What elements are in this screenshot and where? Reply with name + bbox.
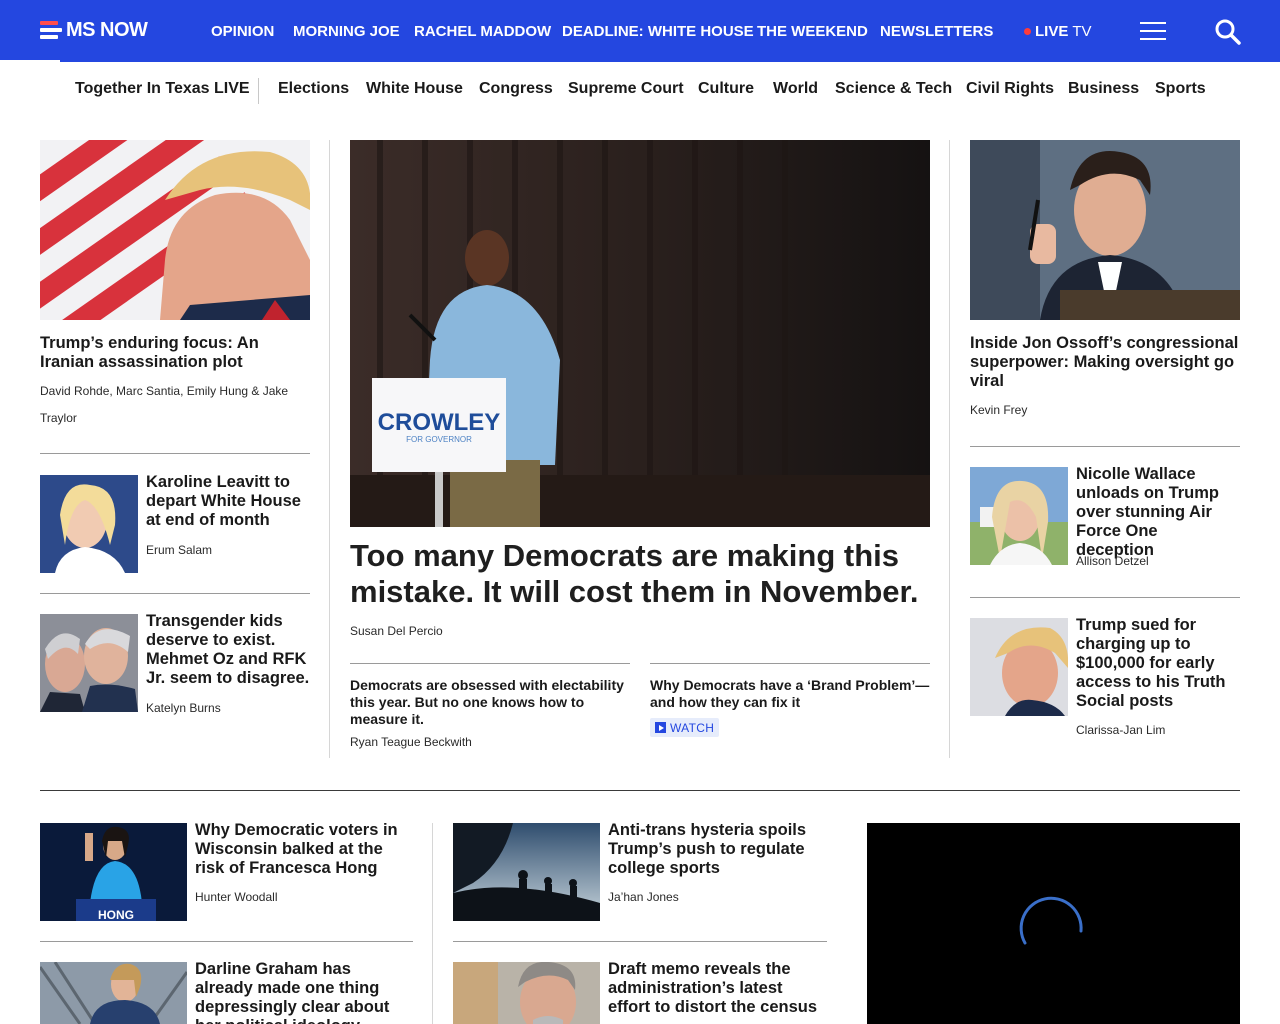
nav-the-weekend[interactable]: THE WEEKEND bbox=[757, 23, 868, 40]
subnav-culture[interactable]: Culture bbox=[698, 80, 754, 98]
subnav-congress[interactable]: Congress bbox=[479, 80, 553, 98]
divider bbox=[970, 597, 1240, 598]
nav-rachel-maddow[interactable]: RACHEL MADDOW bbox=[414, 23, 551, 40]
divider bbox=[453, 941, 827, 942]
crowley-sign-sub: FOR GOVERNOR bbox=[406, 435, 472, 444]
right-story-1-headline[interactable]: Nicolle Wallace unloads on Trump over st… bbox=[1076, 465, 1240, 560]
lower-col2-story-1-byline[interactable]: Ja’han Jones bbox=[608, 884, 826, 911]
center-related-1-headline[interactable]: Democrats are obsessed with electability… bbox=[350, 677, 630, 728]
lower-col1-story-1-headline[interactable]: Why Democratic voters in Wisconsin balke… bbox=[195, 821, 413, 878]
left-lead-byline-2[interactable]: Traylor bbox=[40, 405, 310, 432]
center-related-2-headline[interactable]: Why Democrats have a ‘Brand Problem’— an… bbox=[650, 677, 930, 711]
lower-col1-story-1-byline[interactable]: Hunter Woodall bbox=[195, 884, 413, 911]
column-divider bbox=[329, 140, 330, 758]
trump-thumbnail[interactable] bbox=[970, 618, 1068, 716]
crowley-sign-text: CROWLEY bbox=[378, 409, 501, 436]
left-story-2-byline[interactable]: Katelyn Burns bbox=[146, 695, 310, 722]
divider bbox=[40, 593, 310, 594]
logo-text: MS NOW bbox=[66, 18, 148, 41]
subnav-supreme-court[interactable]: Supreme Court bbox=[568, 80, 684, 98]
crowley-lead-image[interactable]: CROWLEY FOR GOVERNOR bbox=[350, 140, 930, 527]
live-dot-icon bbox=[1024, 28, 1031, 35]
right-lead-headline[interactable]: Inside Jon Ossoff’s congressional superp… bbox=[970, 334, 1240, 391]
left-story-2-headline[interactable]: Transgender kids deserve to exist. Mehme… bbox=[146, 612, 310, 688]
logo-mark-icon bbox=[40, 21, 64, 39]
left-lead-byline-1[interactable]: David Rohde, Marc Santia, Emily Hung & J… bbox=[40, 378, 310, 405]
top-navigation-bar: MS NOW OPINION MORNING JOE RACHEL MADDOW… bbox=[0, 0, 1280, 62]
column-divider bbox=[432, 823, 433, 1024]
column-divider bbox=[949, 140, 950, 758]
subnav-world[interactable]: World bbox=[773, 80, 818, 98]
census-thumbnail[interactable] bbox=[453, 962, 600, 1024]
left-lead-headline[interactable]: Trump’s enduring focus: An Iranian assas… bbox=[40, 334, 310, 372]
divider bbox=[40, 453, 310, 454]
leavitt-thumbnail[interactable] bbox=[40, 475, 138, 573]
graham-thumbnail[interactable] bbox=[40, 962, 187, 1024]
subnav-science-tech[interactable]: Science & Tech bbox=[835, 80, 952, 98]
play-icon bbox=[655, 722, 666, 733]
right-story-1-byline[interactable]: Allison Detzel bbox=[1076, 548, 1240, 575]
live-tv-link[interactable]: LIVE TV bbox=[1024, 23, 1092, 40]
subnav-together-in-texas-live[interactable]: Together In Texas LIVE bbox=[75, 80, 250, 98]
hong-thumbnail[interactable]: HONG bbox=[40, 823, 187, 921]
right-story-2-headline[interactable]: Trump sued for charging up to $100,000 f… bbox=[1076, 616, 1240, 711]
subnav-civil-rights[interactable]: Civil Rights bbox=[966, 80, 1054, 98]
lower-col2-story-1-headline[interactable]: Anti-trans hysteria spoils Trump’s push … bbox=[608, 821, 826, 878]
oz-rfk-thumbnail[interactable] bbox=[40, 614, 138, 712]
subnav-sports[interactable]: Sports bbox=[1155, 80, 1206, 98]
center-lead-headline[interactable]: Too many Democrats are making this mista… bbox=[350, 538, 930, 610]
subnav-divider bbox=[258, 78, 259, 104]
live-tv-suffix: TV bbox=[1072, 23, 1092, 40]
lower-col1-story-2-headline[interactable]: Darline Graham has already made one thin… bbox=[195, 960, 413, 1024]
loading-spinner-icon bbox=[1019, 896, 1083, 945]
divider bbox=[40, 941, 413, 942]
video-player[interactable] bbox=[867, 823, 1240, 1024]
center-related-1-byline[interactable]: Ryan Teague Beckwith bbox=[350, 729, 630, 756]
trump-lead-image[interactable] bbox=[40, 140, 310, 320]
divider bbox=[650, 663, 930, 664]
divider bbox=[970, 446, 1240, 447]
right-story-2-byline[interactable]: Clarissa-Jan Lim bbox=[1076, 717, 1240, 744]
ossoff-lead-image[interactable] bbox=[970, 140, 1240, 320]
center-lead-byline[interactable]: Susan Del Percio bbox=[350, 618, 930, 645]
nav-deadline-white-house[interactable]: DEADLINE: WHITE HOUSE bbox=[562, 23, 754, 40]
section-divider bbox=[40, 790, 1240, 791]
hong-sign-text: HONG bbox=[98, 908, 134, 921]
section-nav: Together In Texas LIVE Elections White H… bbox=[0, 62, 1280, 118]
watch-label: WATCH bbox=[670, 720, 715, 735]
divider bbox=[350, 663, 630, 664]
wallace-thumbnail[interactable] bbox=[970, 467, 1068, 565]
left-story-1-headline[interactable]: Karoline Leavitt to depart White House a… bbox=[146, 473, 310, 530]
subnav-elections[interactable]: Elections bbox=[278, 80, 349, 98]
subnav-white-house[interactable]: White House bbox=[366, 80, 463, 98]
live-label: LIVE bbox=[1035, 23, 1069, 40]
search-icon[interactable] bbox=[1214, 18, 1242, 46]
nav-morning-joe[interactable]: MORNING JOE bbox=[293, 23, 400, 40]
nav-newsletters[interactable]: NEWSLETTERS bbox=[880, 23, 993, 40]
right-lead-byline[interactable]: Kevin Frey bbox=[970, 397, 1240, 424]
hamburger-menu-icon[interactable] bbox=[1140, 20, 1166, 42]
site-logo[interactable]: MS NOW bbox=[40, 18, 148, 41]
lower-col2-story-2-headline[interactable]: Draft memo reveals the administration’s … bbox=[608, 960, 826, 1017]
subnav-business[interactable]: Business bbox=[1068, 80, 1139, 98]
nav-opinion[interactable]: OPINION bbox=[211, 23, 274, 40]
watch-badge[interactable]: WATCH bbox=[650, 718, 720, 737]
left-story-1-byline[interactable]: Erum Salam bbox=[146, 537, 310, 564]
college-sports-thumbnail[interactable] bbox=[453, 823, 600, 921]
